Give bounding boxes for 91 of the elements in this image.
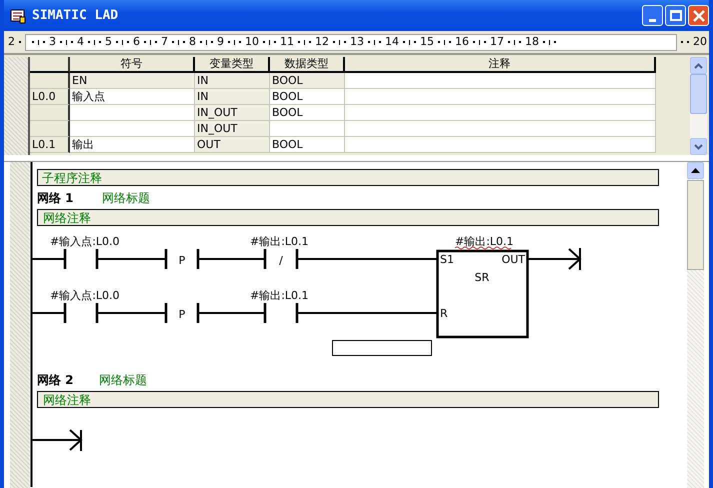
operand-label[interactable]: #输入点:L0.0 [50,289,120,302]
ruler-label: 4 [77,36,84,48]
ruler-label: 16 [455,36,469,48]
contact-symbol[interactable] [264,302,298,324]
ruler-label: 7 [161,36,168,48]
ruler-label: 13 [350,36,364,48]
comment-field[interactable]: 子程序注释 [37,169,659,186]
close-icon [692,10,704,22]
ruler-label: 18 [525,36,539,48]
comment-field[interactable]: 网络注释 [37,391,659,408]
box-name: SR [474,271,490,284]
rung-wire [97,258,166,260]
ruler-label: 10 [245,36,259,48]
row-header[interactable]: L0.1 [30,137,70,153]
rung-wire [97,312,166,314]
network-title[interactable]: 网络标题 [102,191,150,205]
ruler-label: 2 [8,36,15,48]
ruler-label: 3 [49,36,56,48]
window-title: SIMATIC LAD [32,8,118,23]
table-cell: BOOL [270,105,345,121]
maximize-icon [670,10,682,21]
scroll-thumb[interactable] [690,74,707,114]
contact-symbol[interactable] [264,248,298,270]
scroll-down-button[interactable] [690,138,707,155]
rung-wire [32,312,65,314]
vertical-scrollbar[interactable] [687,162,704,488]
column-header[interactable]: 注释 [345,57,656,73]
contact-symbol[interactable] [64,302,98,324]
open-rung-arrow [31,429,82,452]
network-label: 网络 1 [37,191,74,205]
row-header[interactable] [30,121,70,137]
contact-symbol[interactable] [164,248,200,270]
table-cell: EN [70,73,195,89]
table-cell: 输出 [70,137,195,153]
table-cell: OUT [195,137,270,153]
minimize-icon [649,18,656,22]
ruler-label: 11 [280,36,294,48]
pin-label: R [440,307,448,320]
table-cell: IN [195,73,270,89]
ruler-label: 8 [189,36,196,48]
row-header[interactable] [30,73,70,89]
contact-symbol[interactable] [164,302,200,324]
ruler-label: 12 [315,36,329,48]
ruler-label: 15 [420,36,434,48]
operand-field[interactable] [332,340,432,356]
header-cell [30,57,70,73]
pin-label: OUT [502,253,525,266]
operand-label[interactable]: #输出:L0.1 [250,289,309,302]
row-header[interactable] [30,105,70,121]
rung-wire [32,258,65,260]
comment-field[interactable]: 网络注释 [37,209,659,226]
table-cell: IN_OUT [195,121,270,137]
column-header[interactable]: 符号 [70,57,195,73]
operand-label[interactable]: #输出:L0.1 [250,235,309,248]
ladder-app-icon [10,8,26,24]
close-button[interactable] [688,5,709,26]
operand-label[interactable]: #输出:L0.1 [455,235,514,248]
table-cell: IN_OUT [195,105,270,121]
table-cell: BOOL [270,137,345,153]
ruler-label: 20 [693,36,707,48]
scroll-thumb[interactable] [687,180,704,270]
ruler-label: 9 [217,36,224,48]
minimize-button[interactable] [642,5,663,26]
table-cell: IN [195,89,270,105]
contact-symbol-text: P [178,254,186,267]
contact-symbol-text: P [178,308,186,321]
ruler-label: 6 [133,36,140,48]
ruler-label: 5 [105,36,112,48]
contact-symbol[interactable] [64,248,98,270]
row-header[interactable]: L0.0 [30,89,70,105]
column-header[interactable]: 数据类型 [270,57,345,73]
table-cell: BOOL [270,73,345,89]
column-header[interactable]: 变量类型 [195,57,270,73]
table-cell: BOOL [270,89,345,105]
output-arrow [527,247,582,271]
scroll-up-button[interactable] [687,162,704,179]
maximize-button[interactable] [665,5,686,26]
vertical-scrollbar[interactable] [690,57,707,155]
contact-symbol-text: / [279,254,283,267]
network-title[interactable]: 网络标题 [99,373,147,387]
spelling-underline [454,246,512,250]
rung-wire [198,312,265,314]
ruler-label: 17 [490,36,504,48]
table-cell: 输入点 [70,89,195,105]
up-arrow-icon [691,168,700,174]
rung-wire [198,258,265,260]
network-label: 网络 2 [37,373,74,387]
operand-label[interactable]: #输入点:L0.0 [50,235,120,248]
sr-function-box[interactable] [436,250,529,338]
ruler-label: 14 [385,36,399,48]
pin-label: S1 [440,253,454,266]
